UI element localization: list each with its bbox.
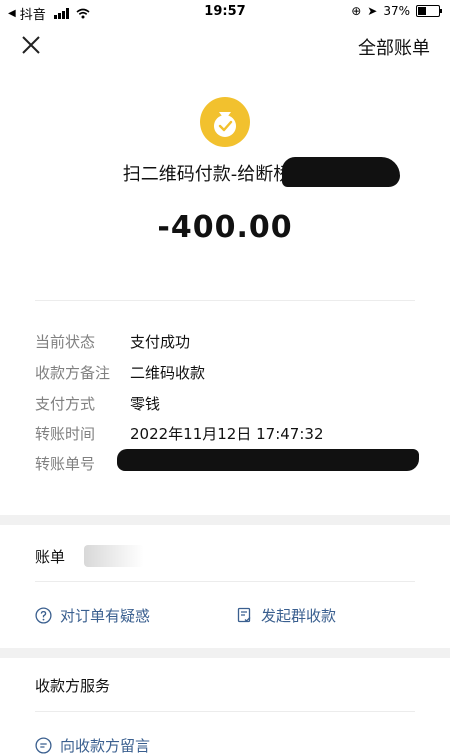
- detail-value: 2022年11月12日 17:47:32: [130, 425, 324, 443]
- status-bar: ◀ 抖音 19:57 ⊕ ➤ 37%: [0, 0, 450, 24]
- bill-service-title: 账单: [35, 548, 66, 566]
- group-collect-button[interactable]: 发起群收款: [236, 605, 336, 626]
- detail-row-status: 当前状态 支付成功: [35, 331, 190, 352]
- divider: [35, 711, 415, 712]
- detail-label: 转账单号: [35, 455, 96, 473]
- blurred-text: [84, 545, 144, 567]
- detail-row-remark: 收款方备注 二维码收款: [35, 362, 205, 383]
- detail-label: 当前状态: [35, 333, 96, 351]
- action-label: 发起群收款: [261, 607, 337, 625]
- money-bag-icon: [200, 97, 250, 147]
- battery-icon: [416, 5, 442, 17]
- group-collect-icon: [237, 607, 251, 623]
- rotation-lock-icon: ⊕: [351, 4, 362, 18]
- detail-value: 支付成功: [130, 333, 191, 351]
- detail-row-time: 转账时间 2022年11月12日 17:47:32: [35, 423, 323, 444]
- action-label: 对订单有疑惑: [60, 607, 151, 625]
- close-icon[interactable]: [20, 34, 42, 56]
- all-bills-link[interactable]: 全部账单: [358, 34, 430, 60]
- location-icon: ➤: [367, 4, 378, 18]
- status-bar-right: ⊕ ➤ 37%: [351, 4, 442, 18]
- section-gap: [0, 648, 450, 658]
- transaction-amount: -400.00: [157, 210, 293, 245]
- battery-percent: 37%: [383, 4, 410, 18]
- detail-label: 收款方备注: [35, 364, 111, 382]
- detail-value: 零钱: [130, 395, 161, 413]
- divider: [35, 300, 415, 301]
- section-gap: [0, 515, 450, 525]
- message-icon: [35, 737, 52, 754]
- detail-row-method: 支付方式 零钱: [35, 393, 160, 414]
- detail-value: 二维码收款: [130, 364, 206, 382]
- redacted-name: [282, 157, 400, 187]
- payee-service-title: 收款方服务: [35, 677, 111, 695]
- divider: [35, 581, 415, 582]
- detail-label: 转账时间: [35, 425, 96, 443]
- redacted-transaction-number: [117, 449, 419, 471]
- order-question-button[interactable]: 对订单有疑惑: [35, 605, 150, 626]
- detail-label: 支付方式: [35, 395, 96, 413]
- question-circle-icon: [35, 607, 52, 624]
- detail-row-number: 转账单号: [35, 453, 130, 474]
